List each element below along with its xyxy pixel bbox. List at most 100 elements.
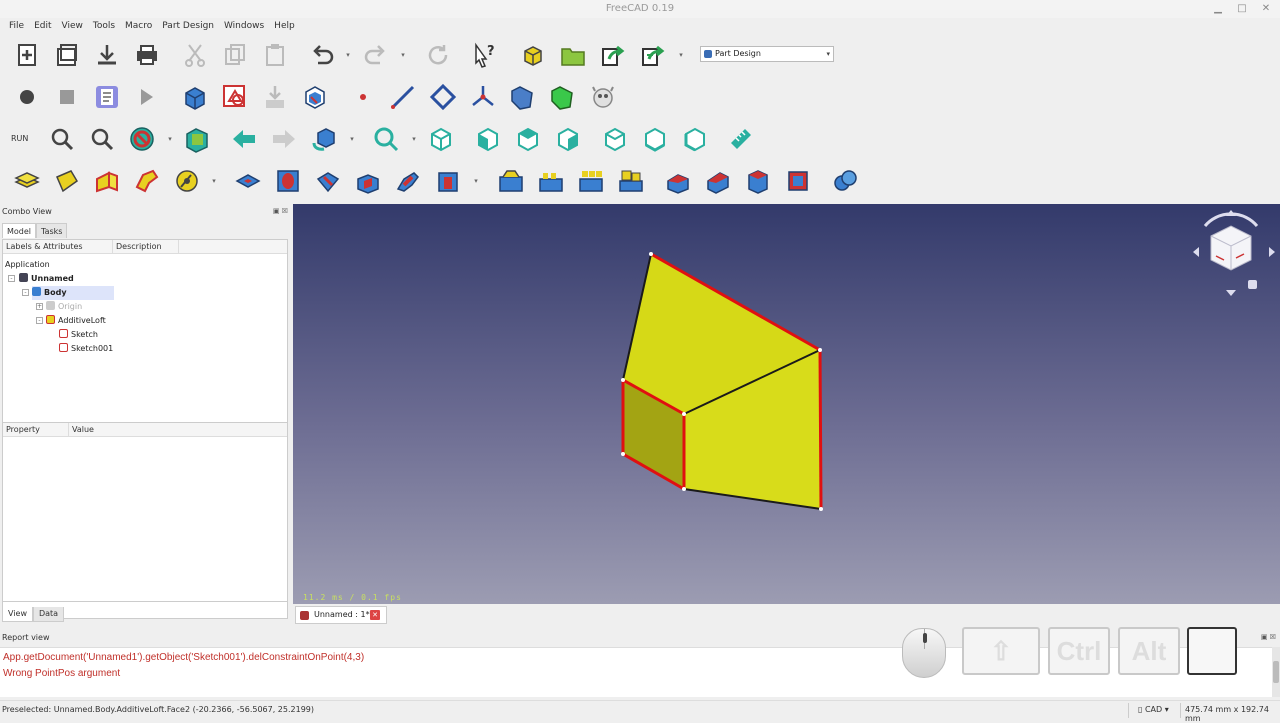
view-bottom-icon[interactable]: [640, 124, 670, 154]
tab-data[interactable]: Data: [32, 607, 65, 622]
standard-views-dropdown-icon[interactable]: ▾: [410, 124, 418, 154]
subshape-binder-icon[interactable]: [548, 82, 578, 112]
additive-loft-icon[interactable]: [92, 166, 122, 196]
expand-origin-icon[interactable]: +: [36, 303, 43, 310]
menu-edit[interactable]: Edit: [29, 18, 56, 34]
datum-point-icon[interactable]: [348, 82, 378, 112]
undo-dropdown-icon[interactable]: ▾: [344, 40, 352, 70]
close-icon[interactable]: ✕: [1254, 0, 1278, 18]
loft-shape[interactable]: [293, 204, 1280, 604]
maximize-icon[interactable]: □: [1230, 0, 1254, 18]
column-property[interactable]: Property: [3, 423, 69, 436]
shape-binder-icon[interactable]: [508, 82, 538, 112]
zoom-selection-icon[interactable]: [87, 124, 117, 154]
fillet-icon[interactable]: [663, 166, 693, 196]
save-icon[interactable]: [92, 40, 122, 70]
3d-viewport[interactable]: 11.2 ms / 0.1 fps: [293, 204, 1280, 604]
tree-item-body[interactable]: Body: [32, 286, 114, 300]
hole-icon[interactable]: [273, 166, 303, 196]
create-sketch-icon[interactable]: [220, 82, 250, 112]
group-icon[interactable]: [558, 40, 588, 70]
datum-line-icon[interactable]: [388, 82, 418, 112]
close-tab-icon[interactable]: ✕: [370, 610, 380, 620]
datum-plane-icon[interactable]: [428, 82, 458, 112]
tab-view[interactable]: View: [2, 607, 33, 622]
view-top-icon[interactable]: [513, 124, 543, 154]
validate-sketch-icon[interactable]: [260, 82, 290, 112]
copy-icon[interactable]: [220, 40, 250, 70]
view-right-icon[interactable]: [553, 124, 583, 154]
execute-macro-icon[interactable]: [132, 82, 162, 112]
paste-icon[interactable]: [260, 40, 290, 70]
menu-file[interactable]: File: [4, 18, 29, 34]
document-tab[interactable]: Unnamed : 1* ✕: [295, 606, 387, 624]
additive-helix-icon[interactable]: [172, 166, 202, 196]
polar-pattern-icon[interactable]: [576, 166, 606, 196]
stop-macro-icon[interactable]: [52, 82, 82, 112]
panel-float-close-icon[interactable]: ▣ ☒: [273, 207, 288, 215]
undo-icon[interactable]: [308, 40, 338, 70]
multi-transform-icon[interactable]: [616, 166, 646, 196]
workbench-selector[interactable]: Part Design ▾: [700, 46, 834, 62]
collapse-unnamed-icon[interactable]: -: [8, 275, 15, 282]
bounding-box-icon[interactable]: [182, 124, 212, 154]
thickness-icon[interactable]: [783, 166, 813, 196]
column-description[interactable]: Description: [113, 240, 179, 253]
local-coordinate-system-icon[interactable]: [468, 82, 498, 112]
additive-pipe-icon[interactable]: [132, 166, 162, 196]
collapse-body-icon[interactable]: -: [22, 289, 29, 296]
additive-primitive-dropdown-icon[interactable]: ▾: [210, 166, 218, 196]
whats-this-icon[interactable]: ?: [470, 40, 500, 70]
link-dropdown-icon[interactable]: ▾: [677, 40, 685, 70]
menu-help[interactable]: Help: [269, 18, 300, 34]
zoom-icon[interactable]: [47, 124, 77, 154]
back-arrow-icon[interactable]: [229, 124, 259, 154]
new-document-icon[interactable]: [12, 40, 42, 70]
mirrored-icon[interactable]: [496, 166, 526, 196]
linear-pattern-icon[interactable]: [536, 166, 566, 196]
part-icon[interactable]: [518, 40, 548, 70]
pocket-icon[interactable]: [233, 166, 263, 196]
subtractive-primitive-dropdown-icon[interactable]: ▾: [472, 166, 480, 196]
measure-distance-icon[interactable]: [726, 124, 756, 154]
subtractive-loft-icon[interactable]: [353, 166, 383, 196]
report-scrollbar[interactable]: [1272, 647, 1280, 697]
tree-item-sketch001[interactable]: Sketch001: [59, 342, 113, 356]
chamfer-icon[interactable]: [703, 166, 733, 196]
tab-tasks[interactable]: Tasks: [36, 223, 68, 238]
view-left-icon[interactable]: [680, 124, 710, 154]
create-body-icon[interactable]: [180, 82, 210, 112]
draw-style-dropdown-icon[interactable]: ▾: [166, 124, 174, 154]
pad-icon[interactable]: [12, 166, 42, 196]
open-document-icon[interactable]: [52, 40, 82, 70]
tree-item-sketch[interactable]: Sketch: [59, 328, 98, 342]
cut-icon[interactable]: [180, 40, 210, 70]
refresh-icon[interactable]: [423, 40, 453, 70]
menu-view[interactable]: View: [57, 18, 88, 34]
print-icon[interactable]: [132, 40, 162, 70]
sync-view-icon[interactable]: [309, 124, 339, 154]
sub-object-shape-binder-icon[interactable]: [588, 82, 618, 112]
macros-icon[interactable]: [92, 82, 122, 112]
sync-dropdown-icon[interactable]: ▾: [348, 124, 356, 154]
tab-model[interactable]: Model: [2, 223, 37, 238]
link-icon[interactable]: [598, 40, 628, 70]
draft-icon[interactable]: [743, 166, 773, 196]
menu-windows[interactable]: Windows: [219, 18, 269, 34]
minimize-icon[interactable]: ▁: [1206, 0, 1230, 18]
subtractive-helix-icon[interactable]: [433, 166, 463, 196]
collapse-additiveloft-icon[interactable]: -: [36, 317, 43, 324]
record-macro-icon[interactable]: [12, 82, 42, 112]
column-labels[interactable]: Labels & Attributes: [3, 240, 113, 253]
redo-icon[interactable]: [360, 40, 390, 70]
subtractive-pipe-icon[interactable]: [393, 166, 423, 196]
tree-item-unnamed[interactable]: Unnamed: [19, 272, 74, 286]
navigation-cube-icon[interactable]: [1191, 208, 1277, 298]
groove-icon[interactable]: [313, 166, 343, 196]
forward-arrow-icon[interactable]: [269, 124, 299, 154]
view-front-icon[interactable]: [473, 124, 503, 154]
boolean-icon[interactable]: [830, 166, 860, 196]
navigation-style[interactable]: ▯ CAD ▾: [1138, 705, 1169, 714]
redo-dropdown-icon[interactable]: ▾: [399, 40, 407, 70]
view-rear-icon[interactable]: [600, 124, 630, 154]
